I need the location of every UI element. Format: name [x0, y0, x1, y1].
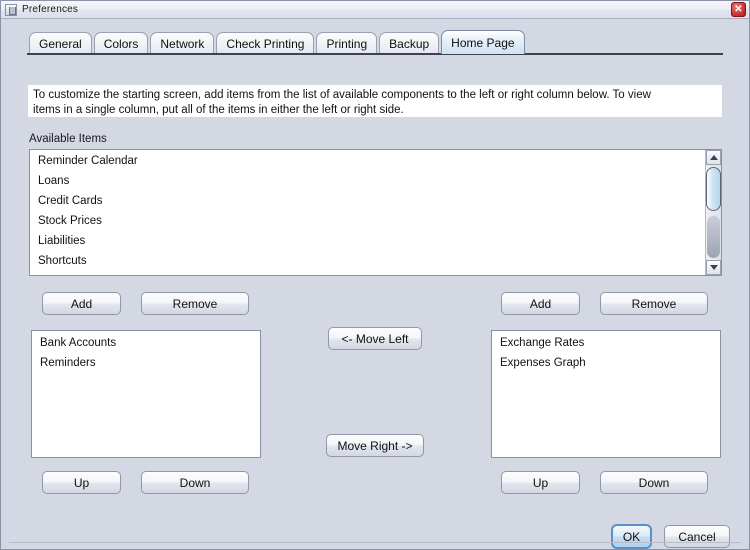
instruction-text: To customize the starting screen, add it… [28, 85, 722, 117]
right-down-button[interactable]: Down [600, 471, 708, 494]
tab-home-page[interactable]: Home Page [441, 30, 525, 54]
move-right-button[interactable]: Move Right -> [326, 434, 424, 457]
scrollbar-track[interactable] [706, 165, 721, 260]
tab-label: Backup [389, 36, 430, 51]
title-bar: Preferences ✕ [1, 1, 749, 19]
tab-label: Home Page [451, 35, 515, 50]
tab-label: General [39, 36, 82, 51]
tab-backup[interactable]: Backup [379, 32, 440, 54]
available-items-list[interactable]: Reminder Calendar Loans Credit Cards Sto… [30, 150, 705, 275]
move-left-button[interactable]: <- Move Left [328, 327, 422, 350]
left-remove-button[interactable]: Remove [141, 292, 249, 315]
tab-label: Check Printing [226, 36, 305, 51]
left-add-button[interactable]: Add [42, 292, 121, 315]
scroll-down-arrow-icon[interactable] [706, 260, 721, 275]
left-down-button[interactable]: Down [141, 471, 249, 494]
close-icon[interactable]: ✕ [731, 2, 746, 17]
scroll-up-arrow-icon[interactable] [706, 150, 721, 165]
list-item[interactable]: Reminder Calendar [30, 151, 705, 171]
tab-label: Colors [103, 36, 139, 51]
instruction-line-2: items in a single column, put all of the… [33, 104, 404, 116]
cancel-button[interactable]: Cancel [664, 525, 730, 548]
list-item[interactable]: Expenses Graph [492, 353, 720, 373]
right-add-button[interactable]: Add [501, 292, 580, 315]
ok-button[interactable]: OK [611, 524, 652, 549]
tab-label: Network [160, 36, 205, 51]
available-items-listbox[interactable]: Reminder Calendar Loans Credit Cards Sto… [29, 149, 722, 276]
tab-printing[interactable]: Printing [316, 32, 378, 54]
vertical-scrollbar[interactable] [705, 150, 721, 275]
tab-label: Printing [326, 36, 368, 51]
tab-check-printing[interactable]: Check Printing [216, 32, 315, 54]
list-item[interactable]: Credit Cards [30, 191, 705, 211]
bottom-divider [9, 542, 741, 543]
triangle-down-glyph [709, 265, 718, 270]
list-item[interactable]: Shortcuts [30, 251, 705, 271]
right-remove-button[interactable]: Remove [600, 292, 708, 315]
list-item[interactable]: Bank Accounts [32, 333, 260, 353]
left-column-listbox[interactable]: Bank Accounts Reminders [31, 330, 261, 458]
scrollbar-thumb[interactable] [706, 167, 721, 211]
window-title: Preferences [22, 4, 79, 15]
triangle-up-glyph [709, 155, 718, 160]
instruction-line-1: To customize the starting screen, add it… [33, 89, 651, 101]
tab-underline [27, 53, 723, 55]
tab-network[interactable]: Network [150, 32, 215, 54]
list-item[interactable]: Loans [30, 171, 705, 191]
right-up-button[interactable]: Up [501, 471, 580, 494]
scrollbar-track-lower [707, 216, 720, 258]
tab-general[interactable]: General [29, 32, 92, 54]
list-item[interactable]: Reminders [32, 353, 260, 373]
list-item[interactable]: Liabilities [30, 231, 705, 251]
left-up-button[interactable]: Up [42, 471, 121, 494]
list-item[interactable]: Exchange Rates [492, 333, 720, 353]
right-column-listbox[interactable]: Exchange Rates Expenses Graph [491, 330, 721, 458]
list-item[interactable]: Stock Prices [30, 211, 705, 231]
preferences-window: Preferences ✕ General Colors Network Che… [0, 0, 750, 550]
close-glyph: ✕ [734, 3, 743, 15]
tab-bar: General Colors Network Check Printing Pr… [29, 30, 527, 54]
tab-colors[interactable]: Colors [93, 32, 149, 54]
dialog-content: General Colors Network Check Printing Pr… [1, 19, 749, 549]
app-icon [5, 3, 17, 16]
available-items-label: Available Items [29, 133, 107, 145]
